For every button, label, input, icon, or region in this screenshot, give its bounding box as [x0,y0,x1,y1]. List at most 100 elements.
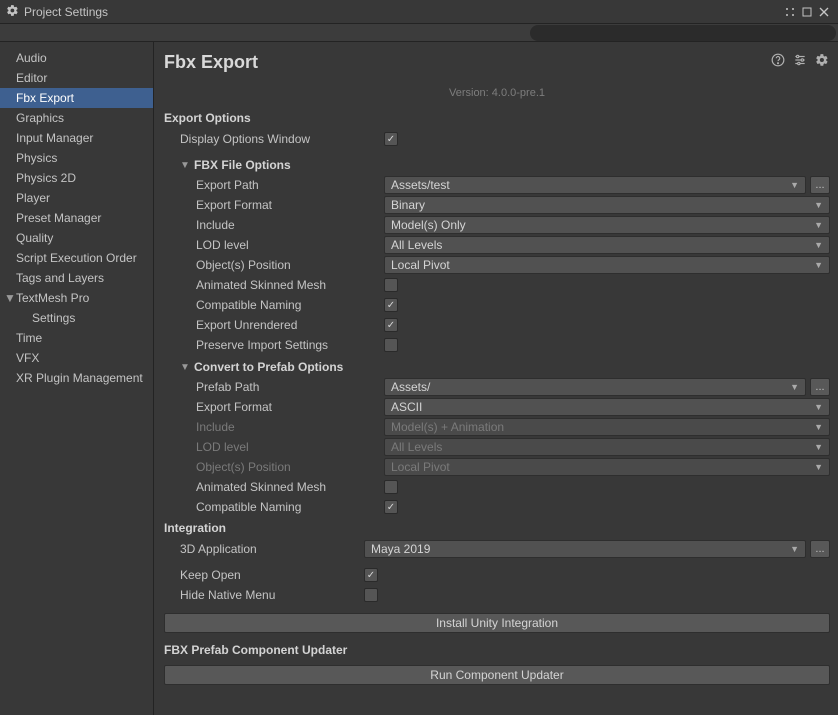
export-path-dropdown[interactable]: Assets/test ▼ [384,176,806,194]
dropdown-value: Model(s) + Animation [391,420,504,434]
prefab-path-dropdown[interactable]: Assets/▼ [384,378,806,396]
convert-to-prefab-foldout[interactable]: ▼ Convert to Prefab Options [164,360,384,374]
display-options-window-label: Display Options Window [164,132,384,146]
help-icon[interactable] [770,52,786,68]
dropdown-value: Local Pivot [391,460,450,474]
animated-skinned-mesh-label: Animated Skinned Mesh [164,278,384,292]
sidebar-item-quality[interactable]: Quality [0,228,153,248]
version-text: Version: 4.0.0-pre.1 [164,87,830,99]
sidebar-item-physics[interactable]: Physics [0,148,153,168]
window-close-icon[interactable] [816,4,832,20]
chevron-down-icon: ▼ [814,462,823,472]
3d-application-browse-button[interactable]: ... [810,540,830,558]
include-label: Include [164,218,384,232]
export-path-browse-button[interactable]: ... [810,176,830,194]
run-component-updater-button[interactable]: Run Component Updater [164,665,830,685]
prefab-path-browse-button[interactable]: ... [810,378,830,396]
sidebar-item-editor[interactable]: Editor [0,68,153,88]
foldout-triangle-icon: ▼ [4,290,14,306]
preserve-import-settings-label: Preserve Import Settings [164,338,384,352]
chevron-down-icon: ▼ [814,220,823,230]
export-unrendered-label: Export Unrendered [164,318,384,332]
sidebar-item-input-manager[interactable]: Input Manager [0,128,153,148]
foldout-triangle-icon: ▼ [180,160,190,171]
hide-native-menu-checkbox[interactable] [364,588,378,602]
search-input[interactable] [530,25,836,41]
3d-application-label: 3D Application [164,542,384,556]
sidebar-item-tmp-settings[interactable]: Settings [0,308,153,328]
chevron-down-icon: ▼ [790,382,799,392]
chevron-down-icon: ▼ [814,422,823,432]
sidebar-item-tags-and-layers[interactable]: Tags and Layers [0,268,153,288]
sidebar-item-preset-manager[interactable]: Preset Manager [0,208,153,228]
sidebar-item-player[interactable]: Player [0,188,153,208]
gear-icon [6,4,19,20]
integration-heading: Integration [164,521,830,535]
lod-level-label: LOD level [164,238,384,252]
chevron-down-icon: ▼ [790,544,799,554]
sidebar-item-xr-plugin-management[interactable]: XR Plugin Management [0,368,153,388]
preserve-import-settings-checkbox[interactable] [384,338,398,352]
settings-gear-icon[interactable] [814,52,830,68]
install-unity-integration-button[interactable]: Install Unity Integration [164,613,830,633]
keep-open-checkbox[interactable] [364,568,378,582]
updater-heading: FBX Prefab Component Updater [164,643,830,657]
window-menu-icon[interactable] [782,4,798,20]
export-unrendered-checkbox[interactable] [384,318,398,332]
compatible-naming-checkbox[interactable] [384,298,398,312]
export-options-heading: Export Options [164,111,830,125]
prefab-objpos-label: Object(s) Position [164,460,384,474]
prefab-lod-label: LOD level [164,440,384,454]
prefab-compat-naming-label: Compatible Naming [164,500,384,514]
chevron-down-icon: ▼ [814,240,823,250]
animated-skinned-mesh-checkbox[interactable] [384,278,398,292]
sliders-icon[interactable] [792,52,808,68]
chevron-down-icon: ▼ [814,442,823,452]
sidebar-item-textmesh-pro[interactable]: ▼ TextMesh Pro [0,288,153,308]
fbx-file-options-foldout[interactable]: ▼ FBX File Options [164,158,384,172]
prefab-anim-skinned-label: Animated Skinned Mesh [164,480,384,494]
export-path-label: Export Path [164,178,384,192]
keep-open-label: Keep Open [164,568,384,582]
objects-position-dropdown[interactable]: Local Pivot ▼ [384,256,830,274]
chevron-down-icon: ▼ [814,260,823,270]
prefab-compat-naming-checkbox[interactable] [384,500,398,514]
include-dropdown[interactable]: Model(s) Only ▼ [384,216,830,234]
chevron-down-icon: ▼ [790,180,799,190]
settings-sidebar: Audio Editor Fbx Export Graphics Input M… [0,42,154,715]
prefab-objpos-dropdown: Local Pivot ▼ [384,458,830,476]
prefab-export-format-label: Export Format [164,400,384,414]
page-title: Fbx Export [164,52,258,73]
prefab-path-label: Prefab Path [164,380,384,394]
dropdown-value: Local Pivot [391,258,450,272]
foldout-label: Convert to Prefab Options [194,360,343,374]
3d-application-dropdown[interactable]: Maya 2019▼ [364,540,806,558]
dropdown-value: All Levels [391,440,442,454]
window-maximize-icon[interactable] [799,4,815,20]
sidebar-item-vfx[interactable]: VFX [0,348,153,368]
foldout-label: FBX File Options [194,158,291,172]
prefab-include-dropdown: Model(s) + Animation ▼ [384,418,830,436]
export-format-dropdown[interactable]: Binary▼ [384,196,830,214]
prefab-anim-skinned-checkbox[interactable] [384,480,398,494]
compatible-naming-label: Compatible Naming [164,298,384,312]
main-panel: Fbx Export Version: 4.0.0-pre.1 Export O… [154,42,838,715]
dropdown-value: Assets/test [391,178,450,192]
window-title: Project Settings [24,5,108,19]
export-format-label: Export Format [164,198,384,212]
lod-level-dropdown[interactable]: All Levels▼ [384,236,830,254]
sidebar-item-script-execution-order[interactable]: Script Execution Order [0,248,153,268]
prefab-lod-dropdown: All Levels ▼ [384,438,830,456]
hide-native-menu-label: Hide Native Menu [164,588,384,602]
sidebar-item-graphics[interactable]: Graphics [0,108,153,128]
display-options-window-checkbox[interactable] [384,132,398,146]
sidebar-item-fbx-export[interactable]: Fbx Export [0,88,153,108]
sidebar-item-label: TextMesh Pro [16,290,89,306]
chevron-down-icon: ▼ [814,402,823,412]
window-titlebar: Project Settings [0,0,838,24]
sidebar-item-audio[interactable]: Audio [0,48,153,68]
dropdown-value: Model(s) Only [391,218,466,232]
sidebar-item-physics-2d[interactable]: Physics 2D [0,168,153,188]
prefab-export-format-dropdown[interactable]: ASCII▼ [384,398,830,416]
sidebar-item-time[interactable]: Time [0,328,153,348]
